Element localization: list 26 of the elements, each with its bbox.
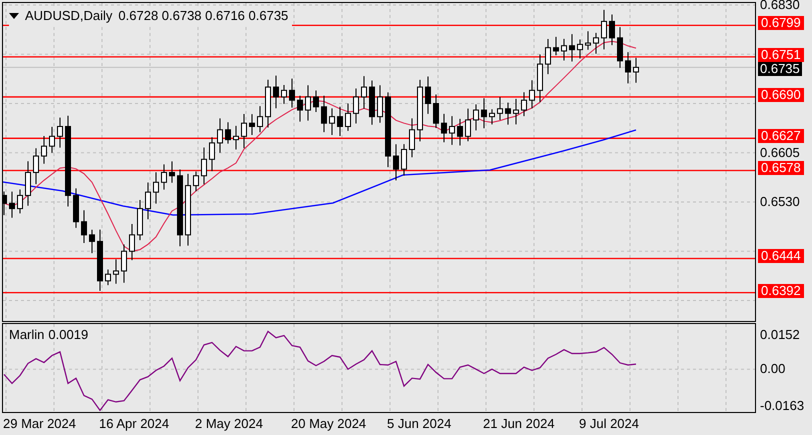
price-tick-label: 0.6530 bbox=[760, 194, 800, 210]
level-price-label: 0.6578 bbox=[758, 161, 804, 176]
date-label: 5 Jun 2024 bbox=[387, 417, 452, 431]
current-price-label: 0.6735 bbox=[758, 62, 802, 76]
indicator-tick-label: 0.0152 bbox=[760, 327, 800, 344]
level-price-label: 0.6444 bbox=[758, 249, 804, 264]
date-label: 16 Apr 2024 bbox=[99, 417, 170, 431]
level-price-label: 0.6392 bbox=[758, 284, 804, 298]
date-label: 21 Jun 2024 bbox=[483, 417, 555, 431]
indicator-tick-label: -0.0163 bbox=[760, 398, 804, 414]
caret-icon[interactable] bbox=[9, 12, 19, 19]
date-label: 2 May 2024 bbox=[195, 417, 263, 431]
indicator-name: Marlin bbox=[9, 328, 44, 342]
price-tick-label: 0.6605 bbox=[760, 144, 800, 161]
level-price-label: 0.6751 bbox=[758, 48, 804, 62]
level-price-label: 0.6690 bbox=[758, 88, 804, 102]
symbol-title: AUDUSD,Daily bbox=[25, 7, 112, 25]
level-price-label: 0.6627 bbox=[758, 129, 804, 144]
price-tick-label: 0.6830 bbox=[760, 0, 800, 13]
date-label: 29 Mar 2024 bbox=[3, 417, 76, 431]
level-price-label: 0.6799 bbox=[758, 16, 804, 30]
ohlc-values: 0.6728 0.6738 0.6716 0.6735 bbox=[118, 7, 288, 25]
date-label: 20 May 2024 bbox=[291, 417, 366, 431]
indicator-value: 0.0019 bbox=[48, 328, 88, 342]
date-label: 9 Jul 2024 bbox=[579, 417, 639, 431]
indicator-tick-label: 0.00 bbox=[760, 361, 786, 378]
